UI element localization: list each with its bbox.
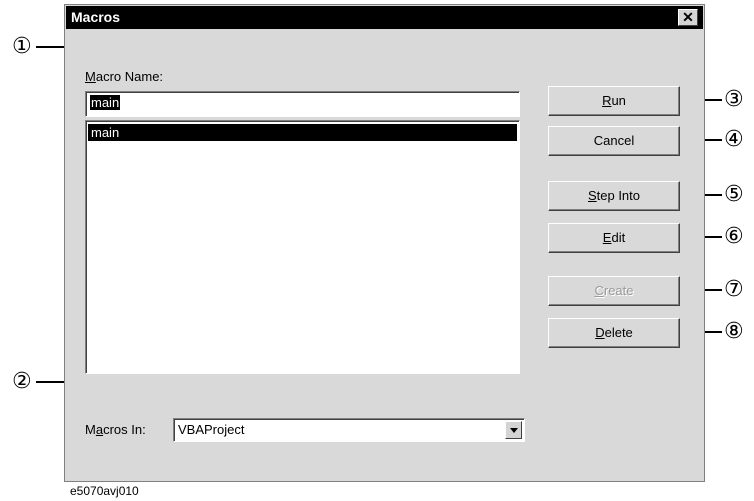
macro-name-label-text: acro Name: bbox=[95, 69, 164, 84]
callout-2: ② bbox=[12, 369, 32, 394]
delete-button-access-key: D bbox=[595, 325, 605, 340]
dialog-title: Macros bbox=[71, 9, 121, 25]
run-button[interactable]: Run bbox=[548, 86, 680, 116]
step-into-button-access-key: S bbox=[587, 188, 597, 203]
callout-8: ⑧ bbox=[724, 319, 744, 344]
macro-name-label: Macro Name: bbox=[85, 69, 163, 84]
macro-name-input[interactable]: main bbox=[85, 91, 520, 117]
edit-button[interactable]: Edit bbox=[548, 223, 680, 253]
macros-in-label-text: cros In: bbox=[103, 422, 146, 437]
macros-in-label-pre: M bbox=[85, 422, 96, 437]
macros-in-label: Macros In: bbox=[85, 422, 146, 437]
step-into-button-label: tep Into bbox=[596, 188, 641, 203]
edit-button-label: dit bbox=[611, 230, 626, 245]
cancel-button-label: Cancel bbox=[593, 133, 635, 148]
cancel-button[interactable]: Cancel bbox=[548, 126, 680, 156]
callout-7: ⑦ bbox=[724, 277, 744, 302]
create-button[interactable]: Create bbox=[548, 276, 680, 306]
step-into-button[interactable]: Step Into bbox=[548, 181, 680, 211]
create-button-label: reate bbox=[603, 283, 634, 298]
macro-list[interactable]: main bbox=[85, 120, 520, 374]
macros-in-select[interactable]: VBAProject bbox=[173, 418, 525, 442]
delete-button[interactable]: Delete bbox=[548, 318, 680, 348]
chevron-down-icon[interactable] bbox=[505, 421, 522, 439]
list-item[interactable]: main bbox=[88, 124, 517, 141]
callout-6: ⑥ bbox=[724, 224, 744, 249]
macros-dialog: Macros ✕ Macro Name: main main Run Cance… bbox=[64, 4, 705, 482]
callout-3: ③ bbox=[724, 87, 744, 112]
run-button-label: un bbox=[611, 93, 626, 108]
callout-5: ⑤ bbox=[724, 182, 744, 207]
macro-name-label-access-key: M bbox=[85, 69, 96, 84]
delete-button-label: elete bbox=[604, 325, 633, 340]
callout-4: ④ bbox=[724, 127, 744, 152]
macros-in-value: VBAProject bbox=[178, 422, 245, 437]
create-button-access-key: C bbox=[594, 283, 604, 298]
macros-in-label-access-key: a bbox=[95, 422, 104, 437]
macro-name-value: main bbox=[90, 95, 121, 110]
callout-1: ① bbox=[12, 34, 32, 59]
title-bar: Macros ✕ bbox=[66, 6, 703, 29]
figure-id: e5070avj010 bbox=[70, 484, 139, 498]
close-button[interactable]: ✕ bbox=[678, 9, 698, 26]
